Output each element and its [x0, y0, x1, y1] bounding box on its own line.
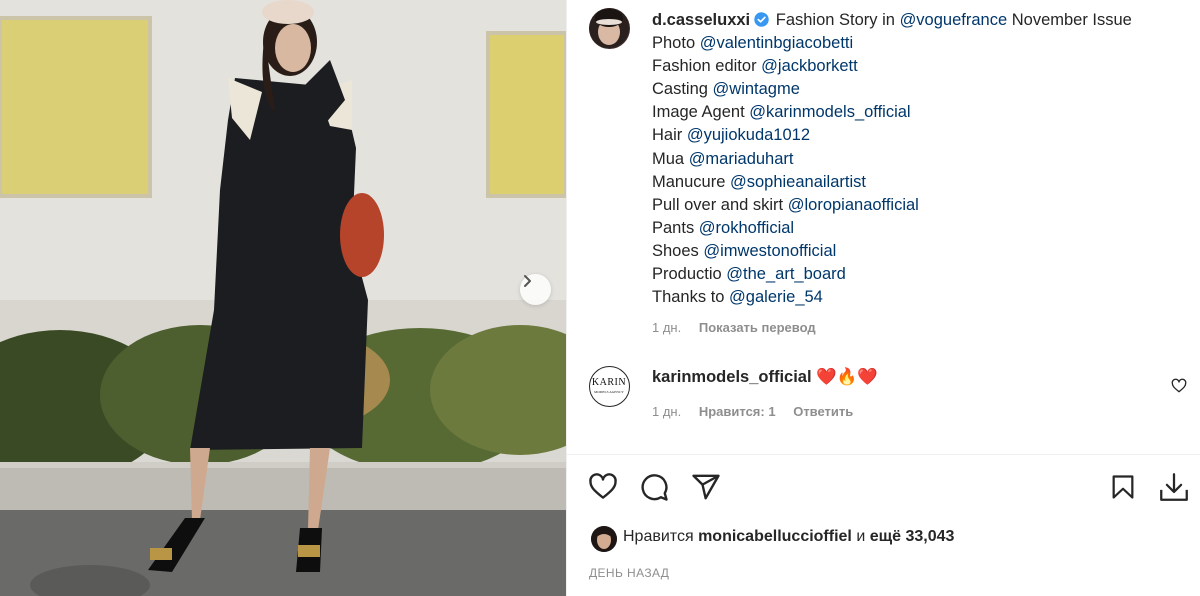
heart-icon[interactable]	[587, 472, 619, 502]
download-icon[interactable]	[1157, 470, 1191, 504]
commenter-avatar-text: KARIN	[591, 377, 627, 388]
caption-line: Manucure @sophieanailartist	[652, 171, 1192, 194]
caption-mention[interactable]: @loropianaofficial	[788, 196, 919, 214]
likes-summary: Нравится monicabelluccioffiel и ещё 33,0…	[623, 528, 954, 546]
caption-line: Productio @the_art_board	[652, 263, 1192, 286]
caption-text: Casting	[652, 80, 713, 99]
post-caption: d.casseluxxi Fashion Story in @voguefran…	[652, 9, 1192, 309]
comment-text: ❤️🔥❤️	[816, 368, 878, 386]
caption-mention[interactable]: @mariaduhart	[689, 150, 794, 168]
author-username[interactable]: d.casseluxxi	[652, 11, 750, 29]
caption-text: Productio	[652, 265, 727, 284]
divider	[567, 454, 1200, 455]
commenter-avatar[interactable]: KARIN MODELS AGENCY	[589, 366, 630, 407]
caption-text: Hair	[652, 126, 687, 145]
photo-illustration	[0, 0, 566, 596]
caption-age[interactable]: 1 дн.	[652, 320, 681, 335]
likes-prefix: Нравится	[623, 528, 694, 545]
comment-icon[interactable]	[639, 472, 669, 502]
caption-mention[interactable]: @karinmodels_official	[749, 103, 910, 121]
caption-text: Fashion editor	[652, 57, 762, 76]
likes-middle: и	[851, 528, 870, 545]
post-details-panel: d.casseluxxi Fashion Story in @voguefran…	[566, 0, 1200, 596]
caption-mention[interactable]: @voguefrance	[900, 11, 1008, 29]
caption-text: Pants	[652, 218, 699, 237]
bookmark-icon[interactable]	[1109, 472, 1137, 502]
caption-line: Casting @wintagme	[652, 78, 1192, 101]
caption-mention[interactable]: @galerie_54	[729, 288, 823, 306]
liker-username[interactable]: monicabelluccioffiel	[698, 528, 852, 545]
caption-text: Mua	[652, 149, 689, 168]
caption-line: Photo @valentinbgiacobetti	[652, 32, 1192, 55]
comment-age[interactable]: 1 дн.	[652, 404, 681, 419]
liker-avatar[interactable]	[591, 526, 617, 552]
caption-line: Pull over and skirt @loropianaofficial	[652, 194, 1192, 217]
comment-like-heart-icon[interactable]	[1171, 378, 1187, 394]
verified-badge-icon	[754, 12, 769, 27]
caption-mention[interactable]: @yujiokuda1012	[687, 126, 810, 144]
comment-likes[interactable]: Нравится: 1	[699, 404, 776, 419]
caption-text: November Issue	[1007, 11, 1132, 29]
caption-mention[interactable]: @the_art_board	[726, 265, 846, 283]
caption-line: Hair @yujiokuda1012	[652, 124, 1192, 147]
caption-line: d.casseluxxi Fashion Story in @voguefran…	[652, 9, 1192, 32]
share-icon[interactable]	[691, 472, 721, 502]
post-date[interactable]: ДЕНЬ НАЗАД	[589, 566, 669, 580]
translate-button[interactable]: Показать перевод	[699, 320, 816, 335]
caption-mention[interactable]: @imwestonofficial	[703, 242, 836, 260]
caption-text: Photo	[652, 34, 700, 53]
reply-button[interactable]: Ответить	[793, 404, 853, 419]
caption-line: Mua @mariaduhart	[652, 148, 1192, 171]
caption-text: Image Agent	[652, 103, 750, 122]
comment-author[interactable]: karinmodels_official	[652, 368, 812, 386]
caption-meta: 1 дн. Показать перевод	[652, 320, 830, 335]
caption-line: Fashion editor @jackborkett	[652, 55, 1192, 78]
post-photo[interactable]	[0, 0, 566, 596]
commenter-avatar-subtext: MODELS AGENCY	[594, 390, 624, 394]
caption-text: Shoes	[652, 241, 704, 260]
caption-mention[interactable]: @valentinbgiacobetti	[700, 34, 853, 52]
caption-mention[interactable]: @sophieanailartist	[730, 173, 866, 191]
caption-mention[interactable]: @wintagme	[713, 80, 800, 98]
caption-text: Pull over and skirt	[652, 195, 788, 214]
author-avatar[interactable]	[589, 8, 630, 49]
chevron-right-icon	[524, 275, 531, 287]
comment: karinmodels_official ❤️🔥❤️	[652, 368, 878, 387]
caption-mention[interactable]: @rokhofficial	[699, 219, 794, 237]
caption-text: Thanks to	[652, 288, 730, 307]
comment-meta: 1 дн. Нравится: 1 Ответить	[652, 404, 867, 419]
caption-text: Manucure	[652, 172, 730, 191]
next-photo-button[interactable]	[520, 274, 551, 305]
caption-mention[interactable]: @jackborkett	[761, 57, 858, 75]
caption-line: Pants @rokhofficial	[652, 217, 1192, 240]
caption-line: Image Agent @karinmodels_official	[652, 101, 1192, 124]
likes-count[interactable]: ещё 33,043	[870, 528, 955, 545]
caption-text: Fashion Story in	[775, 11, 900, 29]
caption-line: Shoes @imwestonofficial	[652, 240, 1192, 263]
caption-line: Thanks to @galerie_54	[652, 286, 1192, 309]
